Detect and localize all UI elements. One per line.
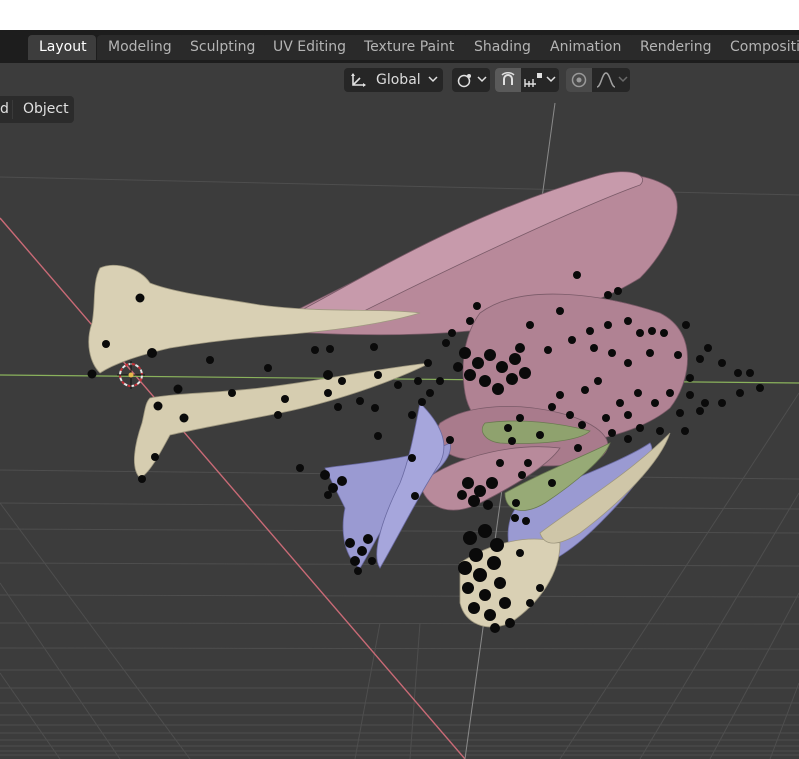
workspace-tab-bar: Layout Modeling Sculpting UV Editing Tex…: [0, 30, 799, 63]
viewport-scene[interactable]: [0, 63, 799, 759]
tab-compositing[interactable]: Compositin: [719, 35, 799, 60]
pivot-point-icon: [457, 74, 471, 88]
transform-orientation-dropdown[interactable]: Global: [344, 68, 443, 92]
snap-group: [495, 68, 559, 92]
tab-shading[interactable]: Shading: [463, 35, 548, 60]
chevron-down-icon: [477, 76, 487, 83]
chevron-down-icon: [546, 76, 556, 83]
menu-object[interactable]: Object: [23, 96, 69, 123]
chevron-down-icon: [428, 76, 438, 83]
axis-lines: [0, 102, 799, 759]
tab-sculpting[interactable]: Sculpting: [179, 35, 271, 60]
tab-uv-editing[interactable]: UV Editing: [262, 35, 362, 60]
falloff-curve-icon[interactable]: [596, 71, 616, 89]
tab-layout[interactable]: Layout: [28, 35, 96, 60]
menu-add[interactable]: d: [0, 96, 9, 123]
tab-animation[interactable]: Animation: [539, 35, 638, 60]
tab-modeling[interactable]: Modeling: [97, 35, 187, 60]
menu-divider: [12, 100, 13, 119]
orientation-axes-icon: [351, 73, 366, 87]
proportional-edit-icon: [571, 72, 587, 88]
tab-texture-paint[interactable]: Texture Paint: [353, 35, 472, 60]
tab-rendering[interactable]: Rendering: [629, 35, 729, 60]
snap-toggle[interactable]: [495, 68, 521, 92]
magnet-snap-icon: [501, 72, 515, 85]
snap-increment-icon[interactable]: [524, 71, 544, 89]
transform-orientation-label: Global: [376, 72, 421, 88]
chevron-down-icon: [618, 76, 628, 83]
3d-cursor[interactable]: [117, 361, 145, 389]
pivot-point-dropdown[interactable]: [452, 68, 490, 92]
viewport-menu-bar: d Object: [0, 96, 74, 123]
origin-dot: [128, 372, 134, 378]
proportional-edit-toggle[interactable]: [566, 68, 592, 92]
3d-viewport[interactable]: Global d Object: [0, 63, 799, 759]
proportional-edit-group: [566, 68, 630, 92]
